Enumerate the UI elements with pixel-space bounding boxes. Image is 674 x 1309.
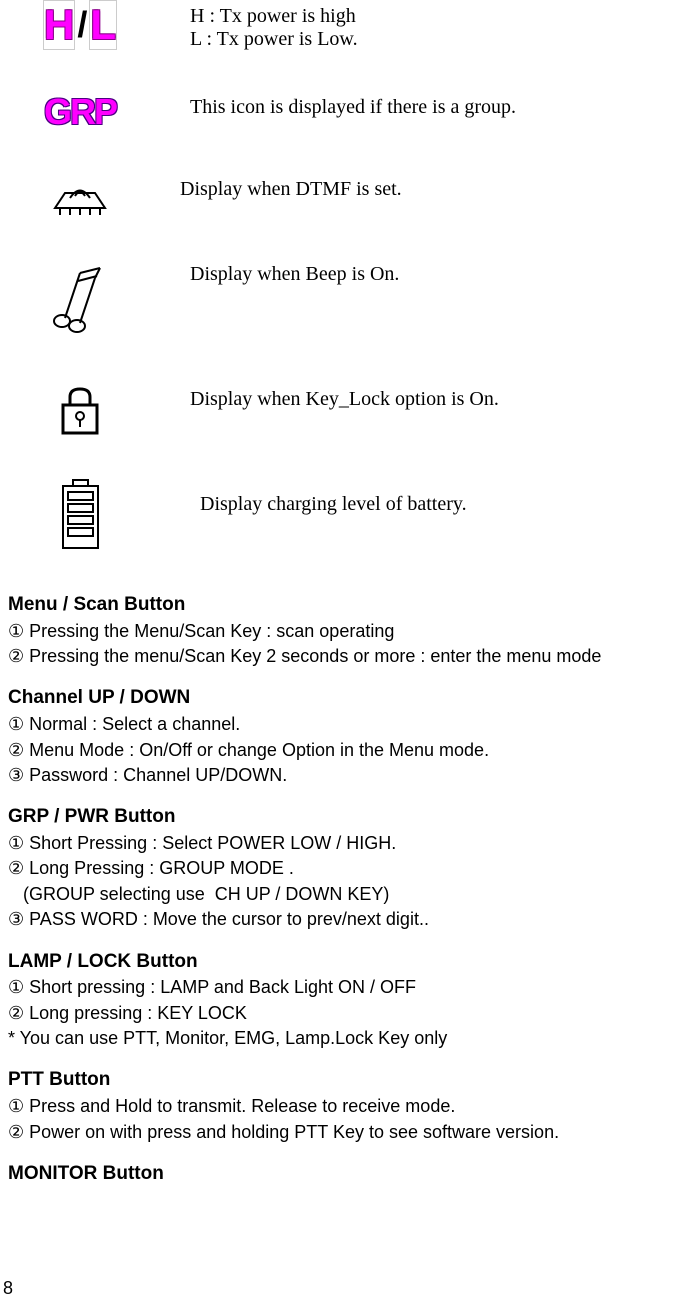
battery-icon — [30, 478, 130, 553]
lamp-line2: ② Long pressing : KEY LOCK — [8, 1002, 666, 1025]
grp-icon: GRP — [30, 91, 130, 133]
channel-line2: ② Menu Mode : On/Off or change Option in… — [8, 739, 666, 762]
menu-line2: ② Pressing the menu/Scan Key 2 seconds o… — [8, 645, 666, 668]
ptt-line1: ① Press and Hold to transmit. Release to… — [8, 1095, 666, 1118]
battery-description: Display charging level of battery. — [130, 478, 467, 516]
lamp-line3: * You can use PTT, Monitor, EMG, Lamp.Lo… — [8, 1027, 666, 1050]
beep-icon — [30, 263, 130, 343]
channel-line1: ① Normal : Select a channel. — [8, 713, 666, 736]
grp-pwr-line1: ① Short Pressing : Select POWER LOW / HI… — [8, 832, 666, 855]
grp-pwr-line4: ③ PASS WORD : Move the cursor to prev/ne… — [8, 908, 666, 931]
ptt-line2: ② Power on with press and holding PTT Ke… — [8, 1121, 666, 1144]
page-number: 8 — [3, 1278, 13, 1299]
lamp-title: LAMP / LOCK Button — [8, 950, 666, 975]
lock-icon — [30, 383, 130, 438]
channel-line3: ③ Password : Channel UP/DOWN. — [8, 764, 666, 787]
hl-description: H : Tx power is high L : Tx power is Low… — [130, 0, 358, 51]
ptt-title: PTT Button — [8, 1068, 666, 1093]
hl-line1: H : Tx power is high — [190, 5, 358, 28]
beep-description: Display when Beep is On. — [130, 263, 399, 286]
channel-title: Channel UP / DOWN — [8, 686, 666, 711]
lamp-line1: ① Short pressing : LAMP and Back Light O… — [8, 976, 666, 999]
grp-pwr-line2: ② Long Pressing : GROUP MODE . — [8, 857, 666, 880]
monitor-title: MONITOR Button — [8, 1162, 666, 1187]
dtmf-description: Display when DTMF is set. — [130, 173, 402, 201]
menu-line1: ① Pressing the Menu/Scan Key : scan oper… — [8, 620, 666, 643]
grp-pwr-title: GRP / PWR Button — [8, 805, 666, 830]
lock-description: Display when Key_Lock option is On. — [130, 383, 499, 411]
grp-description: This icon is displayed if there is a gro… — [130, 91, 516, 119]
grp-pwr-line3: (GROUP selecting use CH UP / DOWN KEY) — [8, 883, 666, 906]
hl-icon: H / L — [30, 0, 130, 50]
menu-title: Menu / Scan Button — [8, 593, 666, 618]
dtmf-icon — [30, 173, 130, 223]
hl-line2: L : Tx power is Low. — [190, 28, 358, 51]
